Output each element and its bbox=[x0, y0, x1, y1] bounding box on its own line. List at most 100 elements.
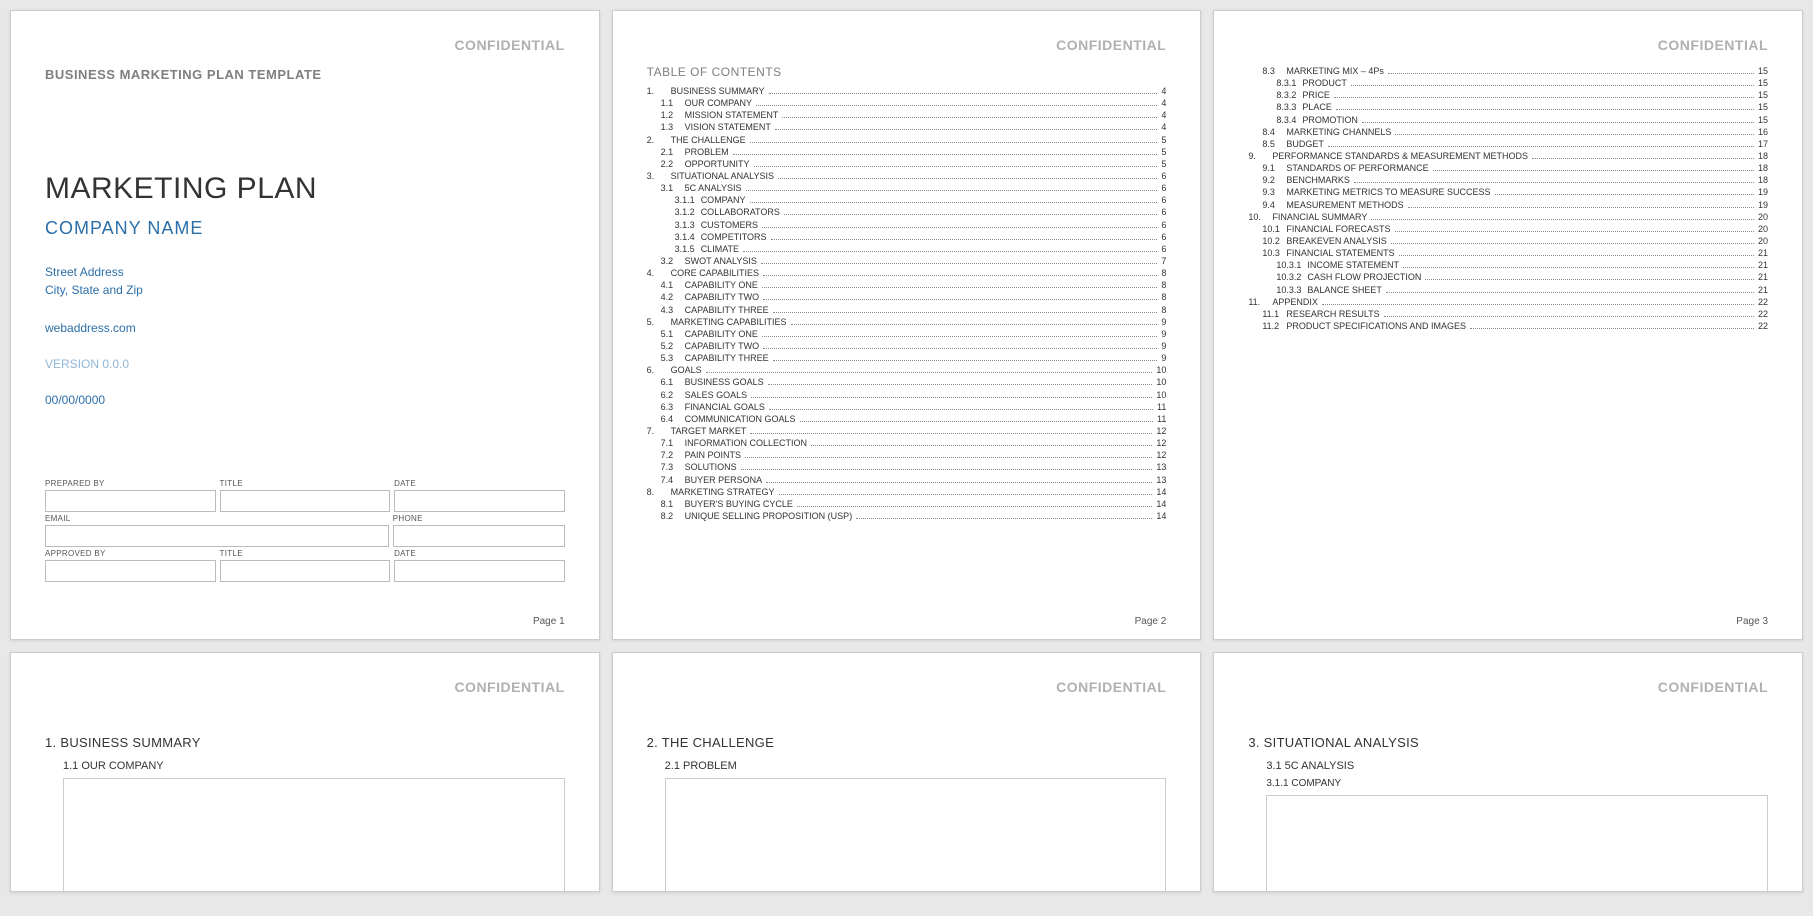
toc-entry: 7.4BUYER PERSONA13 bbox=[647, 474, 1167, 486]
toc-entry: 8.3.3PLACE15 bbox=[1248, 101, 1768, 113]
section-heading: 3. SITUATIONAL ANALYSIS bbox=[1248, 735, 1768, 750]
section-heading: 2. THE CHALLENGE bbox=[647, 735, 1167, 750]
toc-entry: 2.THE CHALLENGE5 bbox=[647, 134, 1167, 146]
toc-entry: 8.3MARKETING MIX – 4Ps15 bbox=[1248, 65, 1768, 77]
field-approved-by[interactable] bbox=[45, 560, 216, 582]
field-phone[interactable] bbox=[393, 525, 565, 547]
toc-entry: 1.2MISSION STATEMENT4 bbox=[647, 109, 1167, 121]
toc-entry: 10.3.2CASH FLOW PROJECTION21 bbox=[1248, 271, 1768, 283]
toc-entry: 10.3.3BALANCE SHEET21 bbox=[1248, 284, 1768, 296]
field-prepared-by[interactable] bbox=[45, 490, 216, 512]
page-4: CONFIDENTIAL 1. BUSINESS SUMMARY 1.1 OUR… bbox=[10, 652, 600, 892]
toc-entry: 2.1PROBLEM5 bbox=[647, 146, 1167, 158]
confidential-watermark: CONFIDENTIAL bbox=[1658, 37, 1768, 53]
toc-entry: 11.2PRODUCT SPECIFICATIONS AND IMAGES22 bbox=[1248, 320, 1768, 332]
toc-entry: 7.3SOLUTIONS13 bbox=[647, 461, 1167, 473]
toc-entry: 7.1INFORMATION COLLECTION12 bbox=[647, 437, 1167, 449]
toc-entry: 8.MARKETING STRATEGY14 bbox=[647, 486, 1167, 498]
toc-entry: 10.3.1INCOME STATEMENT21 bbox=[1248, 259, 1768, 271]
toc-entry: 8.5BUDGET17 bbox=[1248, 138, 1768, 150]
toc-title: TABLE OF CONTENTS bbox=[647, 65, 1167, 79]
label-title-1: TITLE bbox=[220, 477, 391, 490]
toc-entry: 9.PERFORMANCE STANDARDS & MEASUREMENT ME… bbox=[1248, 150, 1768, 162]
page-6: CONFIDENTIAL 3. SITUATIONAL ANALYSIS 3.1… bbox=[1213, 652, 1803, 892]
toc-entry: 10.2BREAKEVEN ANALYSIS20 bbox=[1248, 235, 1768, 247]
city-state-zip: City, State and Zip bbox=[45, 281, 565, 299]
toc-entry: 4.3CAPABILITY THREE8 bbox=[647, 304, 1167, 316]
confidential-watermark: CONFIDENTIAL bbox=[454, 679, 564, 695]
toc-entry: 6.2SALES GOALS10 bbox=[647, 389, 1167, 401]
page-5: CONFIDENTIAL 2. THE CHALLENGE 2.1 PROBLE… bbox=[612, 652, 1202, 892]
toc-entry: 10.3FINANCIAL STATEMENTS21 bbox=[1248, 247, 1768, 259]
toc-entry: 8.2UNIQUE SELLING PROPOSITION (USP)14 bbox=[647, 510, 1167, 522]
toc-entry: 6.3FINANCIAL GOALS11 bbox=[647, 401, 1167, 413]
label-approved-by: APPROVED BY bbox=[45, 547, 216, 560]
field-date-1[interactable] bbox=[394, 490, 565, 512]
version: VERSION 0.0.0 bbox=[45, 357, 565, 371]
toc-entry: 3.1.3CUSTOMERS6 bbox=[647, 219, 1167, 231]
template-eyebrow: BUSINESS MARKETING PLAN TEMPLATE bbox=[45, 67, 565, 82]
toc-entry: 4.CORE CAPABILITIES8 bbox=[647, 267, 1167, 279]
content-box[interactable] bbox=[665, 778, 1167, 892]
toc-entry: 9.3MARKETING METRICS TO MEASURE SUCCESS1… bbox=[1248, 186, 1768, 198]
field-title-2[interactable] bbox=[220, 560, 391, 582]
toc-entry: 3.2SWOT ANALYSIS7 bbox=[647, 255, 1167, 267]
toc-entry: 5.3CAPABILITY THREE9 bbox=[647, 352, 1167, 364]
confidential-watermark: CONFIDENTIAL bbox=[1056, 679, 1166, 695]
subsection-heading: 1.1 OUR COMPANY bbox=[45, 760, 565, 772]
page-number: Page 1 bbox=[533, 616, 565, 627]
toc-list: 8.3MARKETING MIX – 4Ps158.3.1PRODUCT158.… bbox=[1248, 65, 1768, 332]
doc-date: 00/00/0000 bbox=[45, 393, 565, 407]
page-1: CONFIDENTIAL BUSINESS MARKETING PLAN TEM… bbox=[10, 10, 600, 640]
toc-entry: 8.4MARKETING CHANNELS16 bbox=[1248, 126, 1768, 138]
company-name: COMPANY NAME bbox=[45, 218, 565, 239]
toc-entry: 6.1BUSINESS GOALS10 bbox=[647, 376, 1167, 388]
subsection-heading: 2.1 PROBLEM bbox=[647, 760, 1167, 772]
toc-entry: 6.GOALS10 bbox=[647, 364, 1167, 376]
toc-entry: 3.1.4COMPETITORS6 bbox=[647, 231, 1167, 243]
toc-entry: 10.1FINANCIAL FORECASTS20 bbox=[1248, 223, 1768, 235]
page-2: CONFIDENTIAL TABLE OF CONTENTS 1.BUSINES… bbox=[612, 10, 1202, 640]
confidential-watermark: CONFIDENTIAL bbox=[1056, 37, 1166, 53]
page-number: Page 2 bbox=[1135, 616, 1167, 627]
toc-entry: 3.SITUATIONAL ANALYSIS6 bbox=[647, 170, 1167, 182]
street-address: Street Address bbox=[45, 263, 565, 281]
toc-entry: 8.3.1PRODUCT15 bbox=[1248, 77, 1768, 89]
label-phone: PHONE bbox=[393, 512, 565, 525]
toc-entry: 7.2PAIN POINTS12 bbox=[647, 449, 1167, 461]
toc-entry: 7.TARGET MARKET12 bbox=[647, 425, 1167, 437]
label-email: EMAIL bbox=[45, 512, 389, 525]
toc-entry: 8.3.4PROMOTION15 bbox=[1248, 114, 1768, 126]
toc-entry: 8.1BUYER'S BUYING CYCLE14 bbox=[647, 498, 1167, 510]
toc-entry: 5.1CAPABILITY ONE9 bbox=[647, 328, 1167, 340]
page-number: Page 3 bbox=[1736, 616, 1768, 627]
toc-entry: 3.1.5CLIMATE6 bbox=[647, 243, 1167, 255]
toc-entry: 4.2CAPABILITY TWO8 bbox=[647, 291, 1167, 303]
content-box[interactable] bbox=[1266, 795, 1768, 892]
toc-entry: 2.2OPPORTUNITY5 bbox=[647, 158, 1167, 170]
content-box[interactable] bbox=[63, 778, 565, 892]
toc-entry: 5.2CAPABILITY TWO9 bbox=[647, 340, 1167, 352]
toc-entry: 9.4MEASUREMENT METHODS19 bbox=[1248, 199, 1768, 211]
toc-entry: 10.FINANCIAL SUMMARY20 bbox=[1248, 211, 1768, 223]
toc-entry: 6.4COMMUNICATION GOALS11 bbox=[647, 413, 1167, 425]
toc-entry: 3.15C ANALYSIS6 bbox=[647, 182, 1167, 194]
toc-entry: 3.1.1COMPANY6 bbox=[647, 194, 1167, 206]
field-date-2[interactable] bbox=[394, 560, 565, 582]
toc-entry: 1.BUSINESS SUMMARY4 bbox=[647, 85, 1167, 97]
label-date-1: DATE bbox=[394, 477, 565, 490]
label-title-2: TITLE bbox=[220, 547, 391, 560]
toc-entry: 8.3.2PRICE15 bbox=[1248, 89, 1768, 101]
confidential-watermark: CONFIDENTIAL bbox=[454, 37, 564, 53]
field-title-1[interactable] bbox=[220, 490, 391, 512]
doc-title: MARKETING PLAN bbox=[45, 172, 565, 206]
toc-entry: 9.1STANDARDS OF PERFORMANCE18 bbox=[1248, 162, 1768, 174]
toc-entry: 1.1OUR COMPANY4 bbox=[647, 97, 1167, 109]
toc-list: 1.BUSINESS SUMMARY41.1OUR COMPANY41.2MIS… bbox=[647, 85, 1167, 522]
toc-entry: 4.1CAPABILITY ONE8 bbox=[647, 279, 1167, 291]
toc-entry: 11.1RESEARCH RESULTS22 bbox=[1248, 308, 1768, 320]
section-heading: 1. BUSINESS SUMMARY bbox=[45, 735, 565, 750]
field-email[interactable] bbox=[45, 525, 389, 547]
signoff-form: PREPARED BY TITLE DATE EMAIL PHONE APPRO… bbox=[45, 477, 565, 582]
label-prepared-by: PREPARED BY bbox=[45, 477, 216, 490]
